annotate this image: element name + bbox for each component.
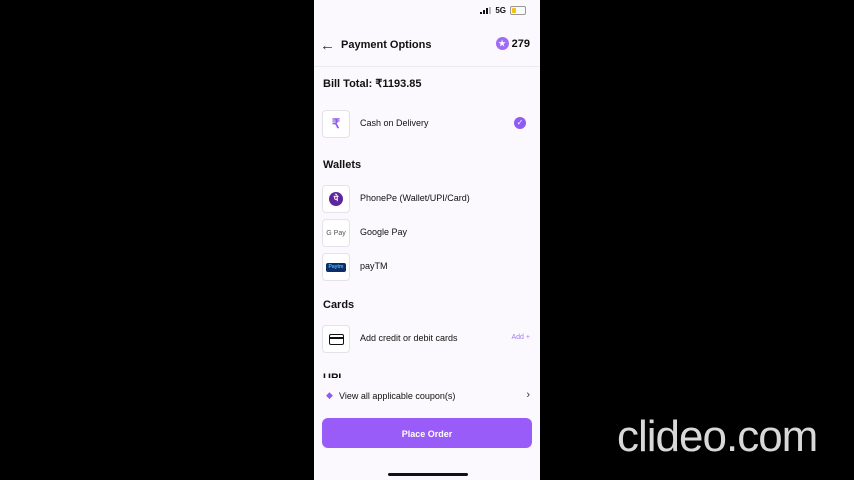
home-indicator	[388, 473, 468, 476]
star-coin-icon: ★	[495, 37, 509, 50]
phone-screen: 5G ← Payment Options ★ 279 Bill Total: ₹…	[314, 0, 540, 480]
coins-count: 279	[511, 37, 530, 50]
gpay-tile: G Pay	[322, 219, 350, 247]
wallet-option-googlepay[interactable]: G Pay Google Pay	[322, 219, 532, 247]
selected-check-icon: ✓	[514, 117, 526, 129]
signal-icon	[480, 7, 492, 14]
wallet-label: Google Pay	[360, 227, 408, 237]
network-label: 5G	[495, 6, 506, 15]
rupee-tile: ₹	[322, 110, 350, 138]
back-arrow-icon[interactable]: ←	[320, 38, 335, 54]
chevron-right-icon: ›	[526, 389, 530, 401]
paytm-logo-icon: Paytm	[326, 262, 346, 272]
upi-heading-partial: UPI	[323, 372, 342, 378]
add-card-button[interactable]: Add +	[512, 334, 531, 341]
coins-badge[interactable]: ★ 279	[495, 37, 530, 50]
credit-card-icon	[328, 333, 344, 345]
paytm-tile: Paytm	[322, 253, 350, 281]
wallet-option-paytm[interactable]: Paytm payTM	[322, 253, 532, 281]
rupee-icon: ₹	[331, 116, 341, 131]
coupon-tag-icon: ◆	[326, 390, 333, 400]
add-card-option[interactable]: Add credit or debit cards Add +	[322, 325, 532, 353]
wallet-option-phonepe[interactable]: पे PhonePe (Wallet/UPI/Card)	[322, 185, 532, 213]
wallets-heading: Wallets	[323, 159, 362, 171]
header: ← Payment Options ★ 279	[314, 34, 540, 58]
header-divider	[314, 66, 540, 67]
place-order-button[interactable]: Place Order	[322, 418, 532, 448]
battery-icon	[510, 6, 526, 15]
add-card-label: Add credit or debit cards	[360, 333, 458, 343]
cash-on-delivery-option[interactable]: ₹ Cash on Delivery ✓	[322, 110, 532, 138]
view-coupons-row[interactable]: ◆ View all applicable coupon(s) ›	[314, 384, 540, 408]
bill-total: Bill Total: ₹1193.85	[323, 78, 422, 90]
wallet-label: payTM	[360, 261, 388, 271]
phonepe-logo-icon: पे	[329, 192, 343, 206]
cards-heading: Cards	[323, 299, 355, 311]
gpay-logo-icon: G Pay	[326, 229, 346, 237]
cash-on-delivery-label: Cash on Delivery	[360, 118, 429, 128]
wallet-label: PhonePe (Wallet/UPI/Card)	[360, 193, 470, 203]
phonepe-tile: पे	[322, 185, 350, 213]
page-title: Payment Options	[341, 39, 432, 51]
card-tile	[322, 325, 350, 353]
view-coupons-label: View all applicable coupon(s)	[339, 391, 456, 401]
status-bar: 5G	[480, 6, 526, 15]
watermark: clideo.com	[617, 412, 818, 461]
